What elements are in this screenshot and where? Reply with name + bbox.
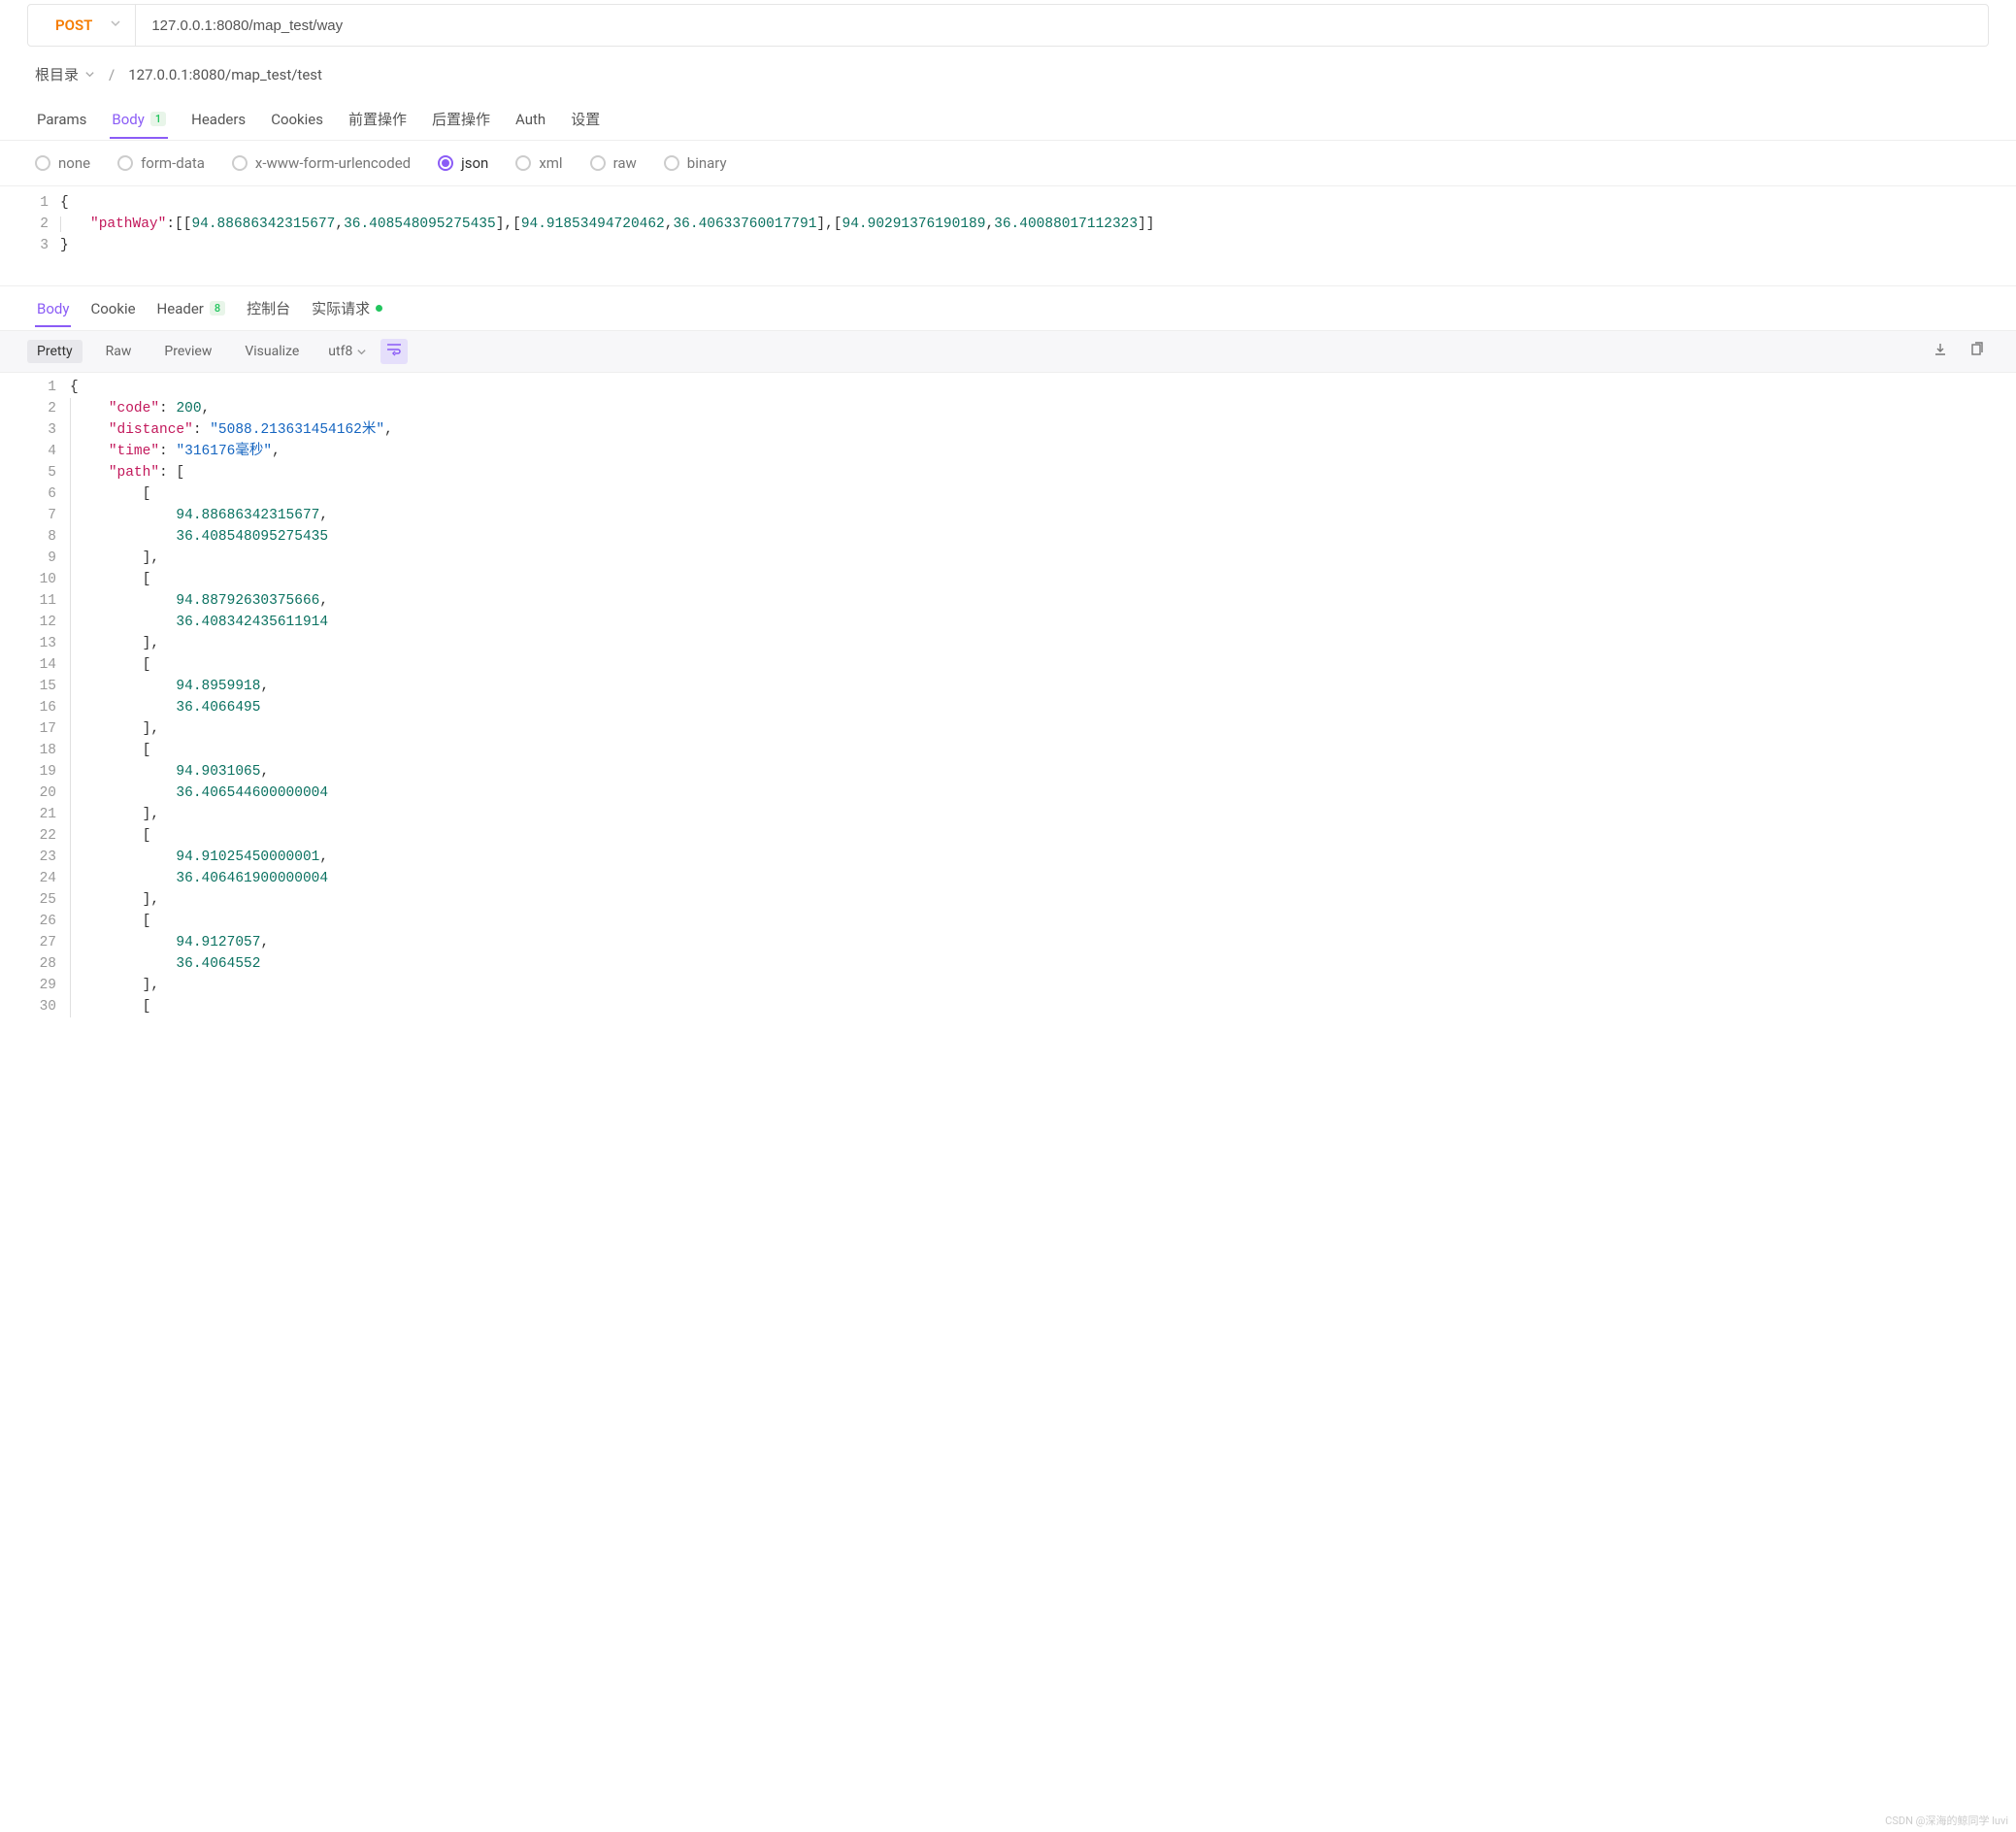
response-tabs: Body Cookie Header 8 控制台 实际请求 [0, 285, 2016, 330]
http-method[interactable]: POST [55, 17, 110, 34]
body-type-none[interactable]: none [35, 154, 90, 172]
response-view-bar: Pretty Raw Preview Visualize utf8 [0, 330, 2016, 373]
tab-headers[interactable]: Headers [189, 101, 248, 138]
encoding-select[interactable]: utf8 [322, 344, 367, 359]
wrap-lines-button[interactable] [380, 339, 408, 364]
tab-params[interactable]: Params [35, 101, 88, 138]
chevron-down-icon[interactable] [84, 66, 95, 83]
header-count-badge: 8 [210, 301, 225, 316]
line-gutter: 1234567891011121314151617181920212223242… [0, 373, 70, 1021]
body-type-selector: none form-data x-www-form-urlencoded jso… [0, 141, 2016, 185]
view-preview[interactable]: Preview [154, 340, 221, 363]
breadcrumb: 根目录 / 127.0.0.1:8080/map_test/test [0, 47, 2016, 98]
copy-icon[interactable] [1966, 338, 1989, 365]
line-gutter: 123 [0, 186, 60, 262]
body-type-formdata[interactable]: form-data [117, 154, 205, 172]
code-area[interactable]: {"pathWay":[[94.88686342315677,36.408548… [60, 186, 2016, 262]
view-raw[interactable]: Raw [96, 340, 142, 363]
breadcrumb-path[interactable]: 127.0.0.1:8080/map_test/test [128, 66, 322, 83]
resp-tab-console[interactable]: 控制台 [245, 288, 292, 328]
chevron-down-icon[interactable] [110, 17, 135, 33]
url-input[interactable] [136, 17, 1988, 34]
body-type-json[interactable]: json [438, 154, 488, 172]
body-type-xwww[interactable]: x-www-form-urlencoded [232, 154, 411, 172]
code-area[interactable]: { "code": 200, "distance": "5088.2136314… [70, 373, 2016, 1021]
view-visualize[interactable]: Visualize [235, 340, 309, 363]
body-type-binary[interactable]: binary [664, 154, 727, 172]
resp-tab-header[interactable]: Header 8 [155, 290, 228, 327]
download-icon[interactable] [1929, 338, 1952, 365]
view-pretty[interactable]: Pretty [27, 340, 83, 363]
response-body-editor[interactable]: 1234567891011121314151617181920212223242… [0, 373, 2016, 1029]
resp-tab-body[interactable]: Body [35, 290, 71, 327]
breadcrumb-separator: / [109, 66, 115, 83]
body-count-badge: 1 [150, 112, 166, 126]
resp-tab-cookie[interactable]: Cookie [88, 290, 137, 327]
tab-auth[interactable]: Auth [513, 101, 547, 138]
body-type-xml[interactable]: xml [515, 154, 562, 172]
request-body-editor[interactable]: 123 {"pathWay":[[94.88686342315677,36.40… [0, 185, 2016, 262]
tab-settings[interactable]: 设置 [569, 99, 602, 139]
request-bar: POST [27, 4, 1989, 47]
resp-tab-actual[interactable]: 实际请求 [310, 288, 384, 328]
body-type-raw[interactable]: raw [590, 154, 637, 172]
tab-body-label: Body [112, 111, 144, 128]
tab-cookies[interactable]: Cookies [269, 101, 325, 138]
breadcrumb-root[interactable]: 根目录 [35, 64, 79, 84]
request-tabs: Params Body 1 Headers Cookies 前置操作 后置操作 … [0, 98, 2016, 141]
status-dot-icon [376, 305, 382, 312]
watermark: CSDN @深海的鲸同学 luvi [1885, 1813, 2008, 1828]
tab-pre-request[interactable]: 前置操作 [347, 99, 409, 139]
tab-post-request[interactable]: 后置操作 [430, 99, 492, 139]
tab-body[interactable]: Body 1 [110, 101, 168, 138]
